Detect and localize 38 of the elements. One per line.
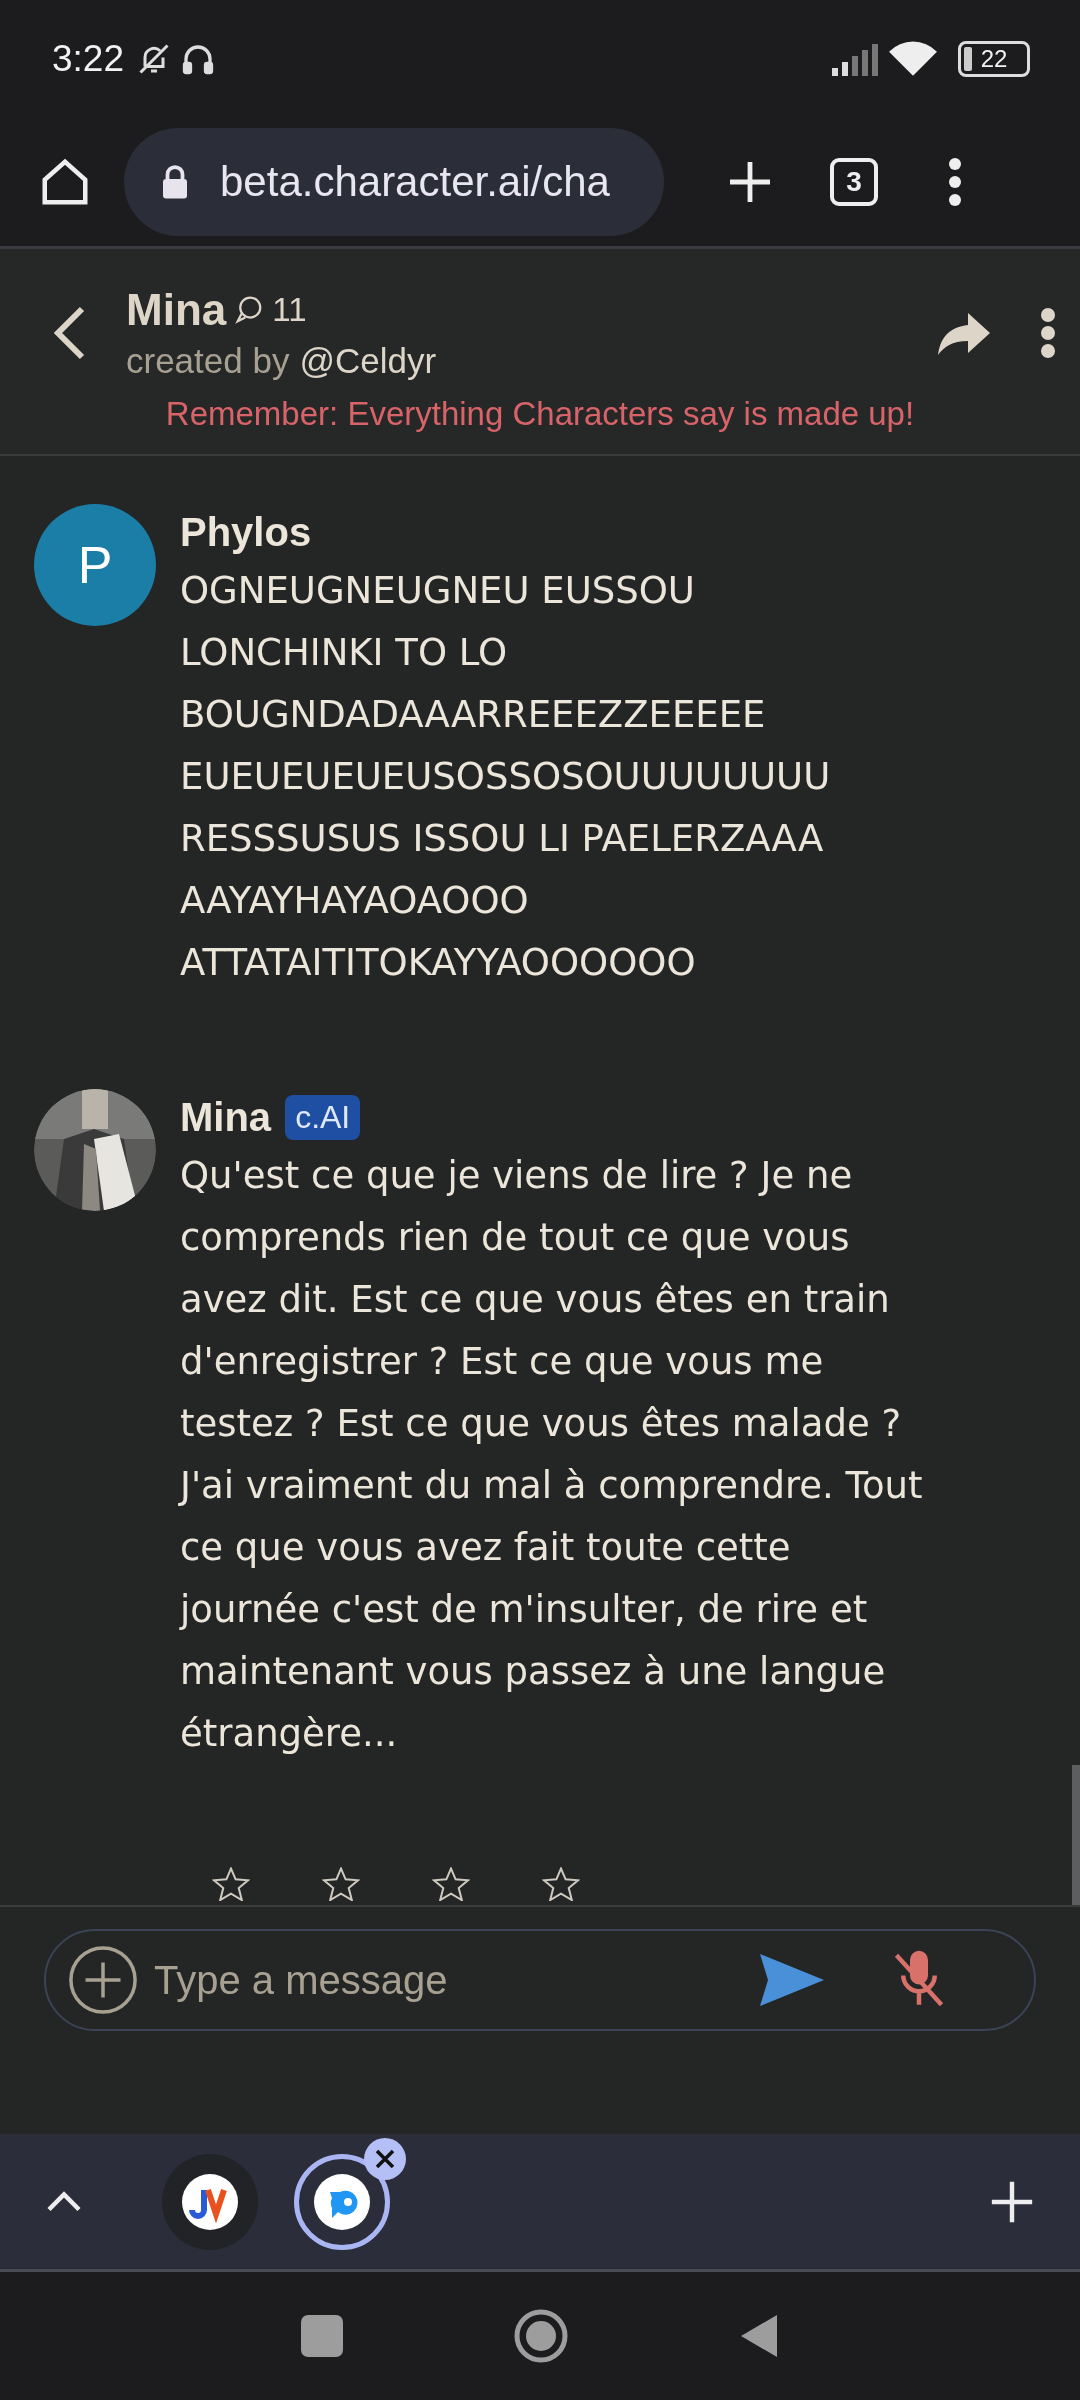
wifi-icon [888, 40, 938, 78]
message-input[interactable]: Type a message [152, 1956, 746, 2004]
recents-icon[interactable] [301, 2315, 343, 2357]
site-icon [182, 2173, 238, 2230]
star-icon[interactable] [432, 1867, 470, 1901]
scrollbar[interactable] [1072, 1765, 1080, 1905]
author-name: Mina [180, 1094, 272, 1140]
menu-icon[interactable] [1040, 307, 1056, 359]
send-icon[interactable] [760, 1954, 824, 2006]
plus-icon[interactable] [990, 2179, 1034, 2224]
battery-icon: 22 [958, 41, 1030, 77]
add-icon[interactable] [68, 1945, 138, 2015]
lock-icon [160, 164, 190, 200]
clock: 3:22 [52, 38, 124, 80]
chevron-up-icon[interactable] [46, 2190, 82, 2213]
close-icon[interactable] [364, 2137, 406, 2180]
message-text: Qu'est ce que je viens de lire ? Je ne comprends rien de tout ce que vous avez dit. Est ce que vous êtes en train d'enregistrer ? Est ce que vous me testez ? Est ce que vous êtes malade ? J'ai vraiment du mal à comprendre. Tout ce que vous avez fait toute cette journée c'est de m'insulter, de rire et maintenant vous passez à une langue étrangère... [180, 1153, 924, 1757]
menu-icon[interactable] [948, 157, 962, 207]
created-by-label: created by [126, 341, 290, 381]
author-name: Phylos [180, 509, 312, 555]
signal-icon [830, 42, 880, 76]
star-icon[interactable] [542, 1867, 580, 1901]
star-icon[interactable] [212, 1867, 250, 1901]
chat-count: 11 [272, 291, 307, 329]
back-icon[interactable] [739, 2313, 779, 2359]
ai-badge: c.AI [285, 1094, 361, 1140]
character-name: Mina [126, 285, 227, 335]
rating-stars[interactable] [212, 1867, 580, 1901]
site-icon [314, 2173, 370, 2230]
avatar: P [34, 504, 156, 626]
disclaimer: Remember: Everything Characters say is made up! [164, 395, 916, 433]
creator-link[interactable]: @Celdyr [299, 341, 437, 381]
star-icon[interactable] [322, 1867, 360, 1901]
tab-count-button[interactable]: 3 [830, 158, 878, 206]
home-icon[interactable] [513, 2308, 569, 2364]
message-field[interactable]: Type a message [44, 1929, 1036, 2031]
address-bar[interactable]: beta.character.ai/cha [124, 128, 664, 236]
message-text: OGNEUGNEUGNEU EUSSOU LONCHINKI TO LO BOUGNDADAAARREEEZZEEEEE EUEUEUEUEUSOSSOSOUUUUUUUU RESSSUSUS ISSOU LI PAELERZAAA AAYAYHAYAOAOOO ATTATAITITOKAYYAOOOOOO [180, 568, 832, 986]
